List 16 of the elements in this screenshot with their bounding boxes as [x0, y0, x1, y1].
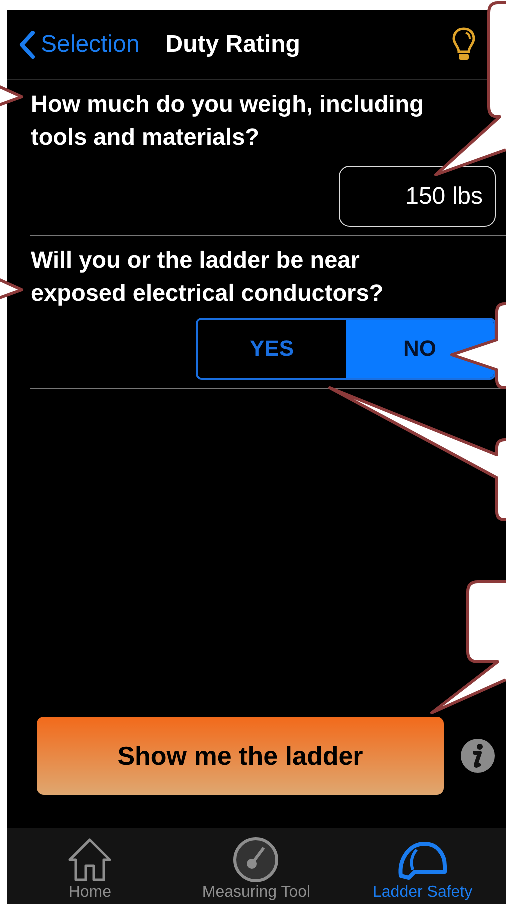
question-text: Will you or the ladder be near exposed electrical conductors? [31, 246, 385, 308]
segment-option[interactable]: NO [346, 320, 494, 378]
question-text: How much do you weigh, including tools and materials? [31, 90, 425, 152]
lightbulb-icon[interactable] [452, 26, 476, 62]
back-button[interactable]: Selection [19, 30, 140, 58]
weight-input[interactable]: 150 lbs [339, 166, 496, 227]
show-ladder-button[interactable]: Show me the ladder [37, 717, 444, 795]
screen-title: Duty Rating [166, 30, 300, 58]
callout-pointer [0, 86, 24, 106]
gauge-icon [232, 836, 280, 884]
callout-pointer [0, 278, 24, 300]
tab-button[interactable]: Ladder Safety [342, 836, 503, 902]
tab-button[interactable]: Measuring Tool [176, 836, 336, 902]
tab-button[interactable]: Home [10, 836, 170, 902]
info-icon[interactable] [460, 738, 496, 774]
chevron-left-icon [19, 30, 35, 58]
